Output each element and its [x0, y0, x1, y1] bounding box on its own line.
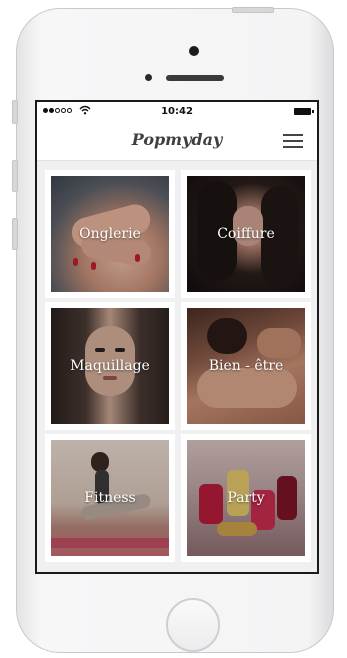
nav-bar: Popmyday [37, 122, 317, 161]
power-button[interactable] [232, 7, 274, 13]
category-label: Bien - être [208, 358, 284, 374]
category-tile-fitness[interactable]: Fitness [45, 434, 175, 562]
home-button[interactable] [166, 598, 220, 652]
coiffure-photo: Coiffure [187, 176, 305, 292]
app-title: Popmyday [131, 130, 223, 149]
hamburger-menu-icon[interactable] [283, 134, 303, 148]
screen: 10:42 Popmyday Onglerie Coiffure Maquill… [35, 100, 319, 574]
front-camera [189, 46, 199, 56]
bien-etre-photo: Bien - être [187, 308, 305, 424]
category-label: Party [227, 490, 265, 506]
party-photo: Party [187, 440, 305, 556]
maquillage-photo: Maquillage [51, 308, 169, 424]
category-tile-onglerie[interactable]: Onglerie [45, 170, 175, 298]
earpiece-speaker [166, 75, 224, 81]
status-time: 10:42 [161, 106, 193, 117]
onglerie-photo: Onglerie [51, 176, 169, 292]
category-label: Fitness [84, 490, 136, 506]
volume-up-button[interactable] [12, 160, 18, 192]
volume-down-button[interactable] [12, 218, 18, 250]
category-tile-maquillage[interactable]: Maquillage [45, 302, 175, 430]
battery-icon [294, 108, 314, 115]
category-label: Maquillage [70, 358, 150, 374]
category-label: Onglerie [79, 226, 141, 242]
status-bar: 10:42 [37, 102, 317, 122]
category-tile-coiffure[interactable]: Coiffure [181, 170, 311, 298]
category-tile-party[interactable]: Party [181, 434, 311, 562]
category-label: Coiffure [217, 226, 275, 242]
proximity-sensor [145, 74, 152, 81]
mute-switch[interactable] [12, 100, 18, 124]
category-tile-bien-etre[interactable]: Bien - être [181, 302, 311, 430]
fitness-photo: Fitness [51, 440, 169, 556]
